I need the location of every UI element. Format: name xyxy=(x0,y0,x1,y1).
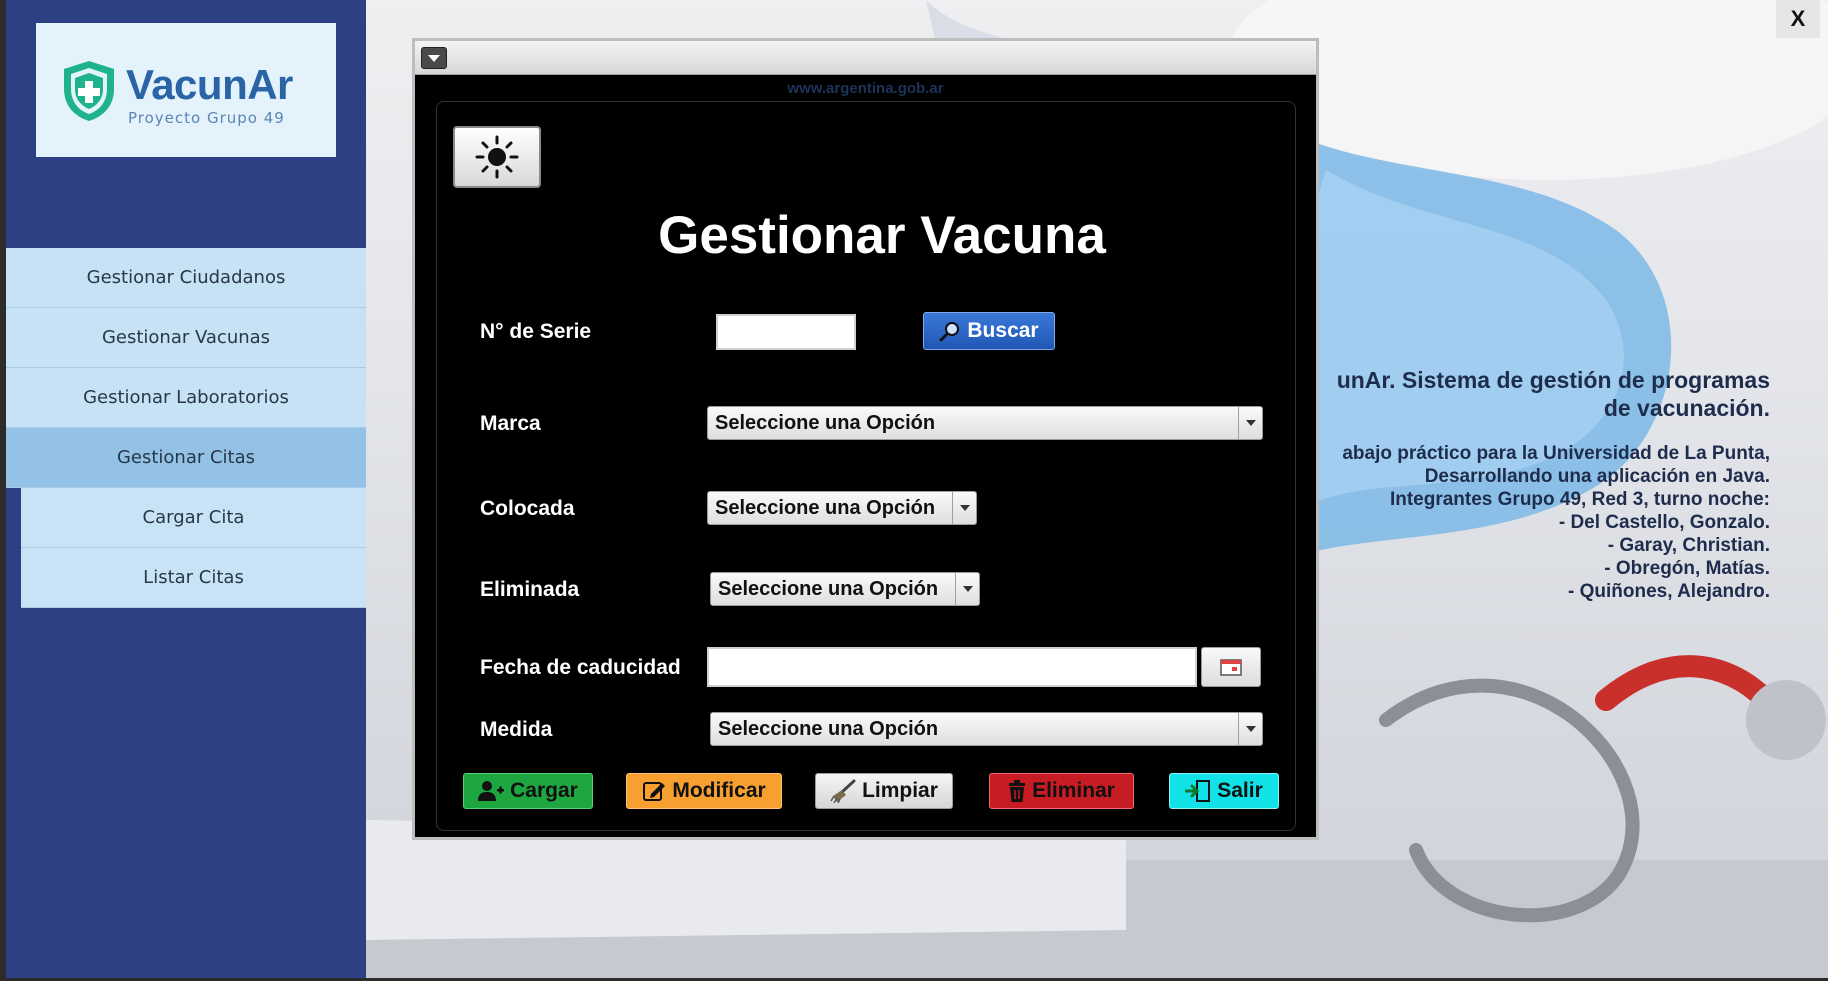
fecha-caducidad-input[interactable] xyxy=(707,647,1197,687)
window-titlebar xyxy=(415,41,1316,75)
medida-select[interactable]: Seleccione una Opción xyxy=(710,712,1263,746)
info-line: - Del Castello, Gonzalo. xyxy=(1558,512,1770,533)
form-title: Gestionar Vacuna xyxy=(658,206,1106,265)
eliminada-select-value: Seleccione una Opción xyxy=(718,578,939,600)
info-line: abajo práctico para la Universidad de La… xyxy=(1342,443,1770,464)
sidebar-item-cargar-cita[interactable]: Cargar Cita xyxy=(21,488,366,548)
edit-icon xyxy=(643,782,666,801)
salir-label: Salir xyxy=(1217,779,1263,802)
sun-icon xyxy=(475,135,519,179)
info-line: - Quiñones, Alejandro. xyxy=(1568,581,1770,602)
calendar-button[interactable] xyxy=(1201,647,1261,687)
chevron-down-icon xyxy=(1238,713,1262,745)
modificar-label: Modificar xyxy=(672,779,766,802)
limpiar-button[interactable]: Limpiar xyxy=(815,773,953,809)
sidebar: VacunAr Proyecto Grupo 49 Gestionar Ciud… xyxy=(6,0,366,978)
colocada-select[interactable]: Seleccione una Opción xyxy=(707,491,977,525)
brand-logo: VacunAr Proyecto Grupo 49 xyxy=(36,23,336,157)
info-line: - Garay, Christian. xyxy=(1607,535,1770,556)
sidebar-item-gestionar-citas[interactable]: Gestionar Citas xyxy=(6,428,366,488)
buscar-button[interactable]: Buscar xyxy=(923,312,1055,350)
eliminada-label: Eliminada xyxy=(480,578,580,601)
chevron-down-icon xyxy=(1238,407,1262,439)
magnifier-icon xyxy=(939,322,960,342)
sidebar-menu: Gestionar Ciudadanos Gestionar Vacunas G… xyxy=(6,248,366,608)
cargar-button[interactable]: Cargar xyxy=(463,773,593,809)
colocada-label: Colocada xyxy=(480,497,575,520)
eliminar-label: Eliminar xyxy=(1032,779,1115,802)
calendar-icon xyxy=(1220,659,1242,676)
chevron-down-icon xyxy=(955,573,979,605)
theme-toggle-button[interactable] xyxy=(453,126,541,188)
marca-select-value: Seleccione una Opción xyxy=(715,412,936,434)
fecha-label: Fecha de caducidad xyxy=(480,656,681,679)
broom-icon xyxy=(830,779,856,803)
window-menu-button[interactable] xyxy=(421,47,447,69)
brand-title: VacunAr xyxy=(126,61,293,108)
chevron-down-icon xyxy=(952,492,976,524)
serie-input[interactable] xyxy=(716,314,856,350)
salir-button[interactable]: Salir xyxy=(1169,773,1279,809)
modificar-button[interactable]: Modificar xyxy=(626,773,782,809)
cargar-label: Cargar xyxy=(510,779,578,802)
close-button[interactable]: X xyxy=(1776,0,1820,38)
add-user-icon xyxy=(478,781,505,801)
info-line: Integrantes Grupo 49, Red 3, turno noche… xyxy=(1389,489,1770,510)
brand-subtitle: Proyecto Grupo 49 xyxy=(128,109,285,127)
exit-icon xyxy=(1185,780,1211,802)
marca-select[interactable]: Seleccione una Opción xyxy=(707,406,1263,440)
medida-label: Medida xyxy=(480,718,553,741)
window-url: www.argentina.gob.ar xyxy=(787,80,944,97)
buscar-label: Buscar xyxy=(967,319,1039,342)
gestionar-vacuna-window: www.argentina.gob.ar Gestionar Vacuna N°… xyxy=(412,38,1319,840)
sidebar-item-listar-citas[interactable]: Listar Citas xyxy=(21,548,366,608)
form-panel: Gestionar Vacuna N° de Serie Buscar Marc… xyxy=(436,101,1296,831)
info-title-line2: de vacunación. xyxy=(1603,395,1770,421)
trash-icon xyxy=(1009,780,1026,802)
sidebar-item-gestionar-laboratorios[interactable]: Gestionar Laboratorios xyxy=(6,368,366,428)
info-title-line1: unAr. Sistema de gestión de programas xyxy=(1336,367,1770,393)
eliminar-button[interactable]: Eliminar xyxy=(989,773,1134,809)
marca-label: Marca xyxy=(480,412,541,435)
sidebar-item-gestionar-vacunas[interactable]: Gestionar Vacunas xyxy=(6,308,366,368)
serie-label: N° de Serie xyxy=(480,320,592,343)
info-line: Desarrollando una aplicación en Java. xyxy=(1424,466,1770,487)
colocada-select-value: Seleccione una Opción xyxy=(715,497,936,519)
eliminada-select[interactable]: Seleccione una Opción xyxy=(710,572,980,606)
medida-select-value: Seleccione una Opción xyxy=(718,718,939,740)
info-line: - Obregón, Matías. xyxy=(1604,558,1770,579)
app-info: unAr. Sistema de gestión de programas de… xyxy=(1337,366,1770,603)
shield-plus-icon xyxy=(64,61,114,121)
limpiar-label: Limpiar xyxy=(862,779,938,802)
sidebar-item-gestionar-ciudadanos[interactable]: Gestionar Ciudadanos xyxy=(6,248,366,308)
